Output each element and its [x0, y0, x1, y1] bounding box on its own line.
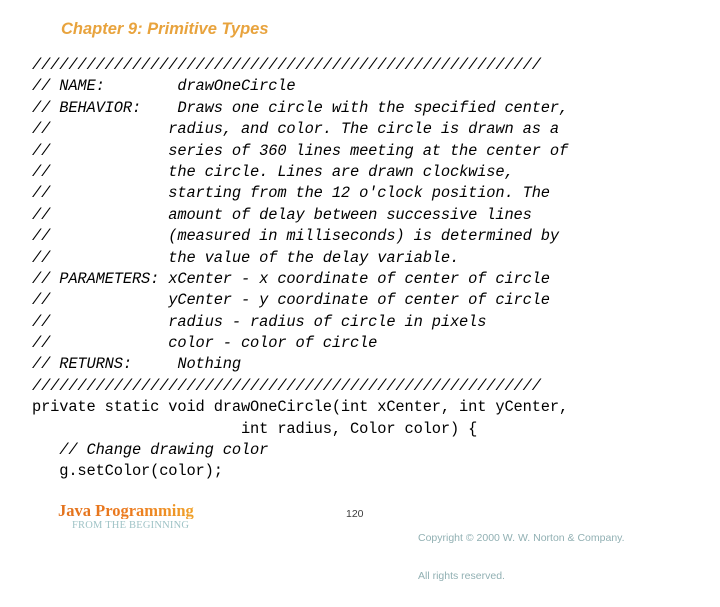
code-line: // (measured in milliseconds) is determi…	[32, 227, 559, 246]
code-line: // yCenter - y coordinate of center of c…	[32, 291, 550, 310]
page-number: 120	[346, 508, 364, 520]
code-line: // starting from the 12 o'clock position…	[32, 184, 550, 203]
code-line: ////////////////////////////////////////…	[32, 56, 541, 74]
copyright-line-1: Copyright © 2000 W. W. Norton & Company.	[418, 532, 625, 544]
copyright-notice: Copyright © 2000 W. W. Norton & Company.…	[418, 507, 625, 607]
code-line: // RETURNS: Nothing	[32, 355, 241, 374]
code-line: // NAME: drawOneCircle	[32, 77, 296, 96]
code-line: // color - color of circle	[32, 334, 378, 353]
code-line: // the value of the delay variable.	[32, 248, 460, 267]
brand-title: Java Programming	[58, 502, 288, 519]
code-line: g.setColor(color);	[32, 462, 223, 481]
code-line: int radius, Color color) {	[32, 419, 478, 438]
code-line: // amount of delay between successive li…	[32, 205, 532, 224]
code-line: // the circle. Lines are drawn clockwise…	[32, 162, 514, 181]
presentation-slide: Chapter 9: Primitive Types /////////////…	[0, 0, 720, 582]
code-line: // PARAMETERS: xCenter - x coordinate of…	[32, 269, 550, 288]
page-title: Chapter 9: Primitive Types	[61, 20, 269, 38]
copyright-line-2: All rights reserved.	[418, 569, 505, 582]
code-line: ////////////////////////////////////////…	[32, 376, 541, 395]
brand-logo: Java Programming FROM THE BEGINNING	[58, 502, 288, 532]
code-line: // BEHAVIOR: Draws one circle with the s…	[32, 98, 569, 117]
code-line: // Change drawing color	[32, 441, 269, 460]
code-line: // radius, and color. The circle is draw…	[32, 120, 559, 139]
brand-subtitle: FROM THE BEGINNING	[72, 520, 190, 531]
code-listing: ////////////////////////////////////////…	[32, 55, 712, 483]
slide-footer: Java Programming FROM THE BEGINNING 120 …	[0, 498, 720, 582]
code-line: // radius - radius of circle in pixels	[32, 312, 487, 331]
code-line: // series of 360 lines meeting at the ce…	[32, 141, 569, 160]
code-line: private static void drawOneCircle(int xC…	[32, 398, 569, 417]
